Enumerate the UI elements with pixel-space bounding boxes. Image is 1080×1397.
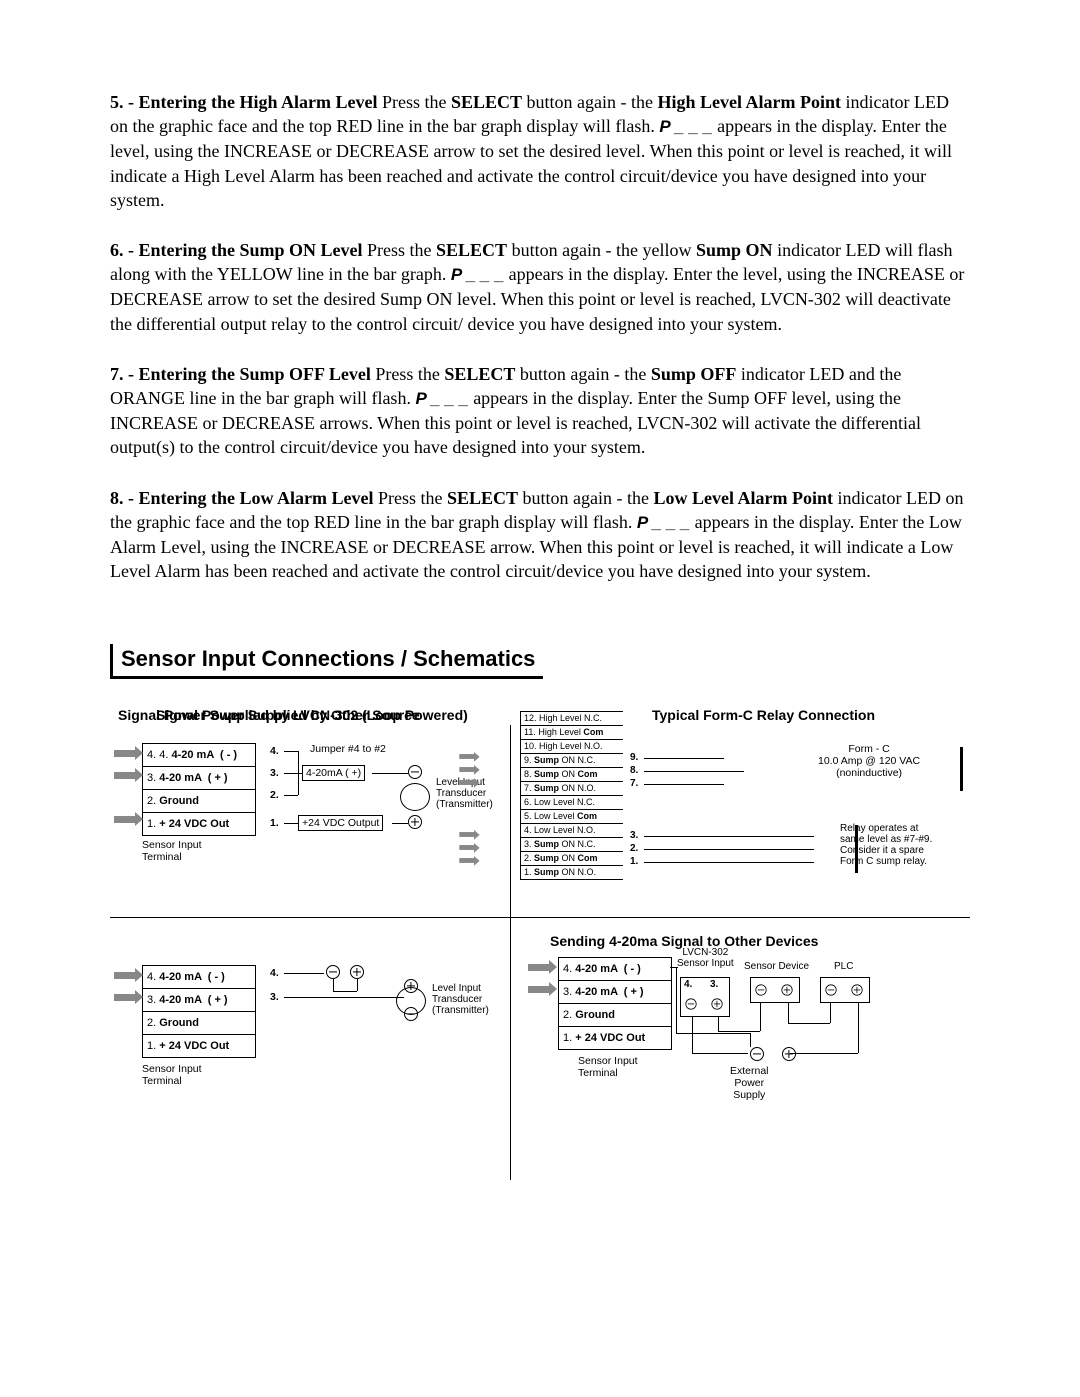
arrow-icon [114, 972, 136, 979]
arrow-icon [114, 750, 136, 757]
paragraph-7: 7. - Entering the Sump OFF Level Press t… [110, 362, 970, 460]
q3-sensor-label: Sensor Input Terminal [142, 1063, 202, 1087]
arrow-icon [114, 816, 136, 823]
relay-note: Relay operates at same level as #7-#9. C… [840, 823, 932, 867]
para8-lead: 8. - Entering the Low Alarm Level [110, 488, 373, 508]
arrow-icon [459, 858, 474, 863]
term-row: 4. 4. 4-20 mA ( - )4. 4-20 mA ( - ) [143, 744, 255, 767]
formc-label: Form - C 10.0 Amp @ 120 VAC (noninductiv… [818, 743, 920, 779]
para7-lead: 7. - Entering the Sump OFF Level [110, 364, 371, 384]
minus-icon [750, 1047, 764, 1061]
minus-icon [755, 984, 766, 995]
lvcn-label: LVCN-302 Sensor Input [677, 947, 734, 969]
divider-vertical [510, 725, 511, 1180]
q1-terminal-box: 4. 4. 4-20 mA ( - )4. 4-20 mA ( - ) 3. 4… [142, 743, 256, 836]
plus-icon [781, 984, 792, 995]
section-title: Sensor Input Connections / Schematics [110, 644, 543, 679]
q2-pinlist: 12. High Level N.C. 11. High Level Com 1… [520, 711, 623, 880]
q3-title: Signal Power Supplied by Other Source [156, 707, 420, 723]
box-24vdc: +24 VDC Output [298, 815, 383, 831]
plus-icon [711, 998, 722, 1009]
divider-horizontal [110, 917, 970, 918]
term-row: 3. 4-20 mA ( + ) [143, 767, 255, 790]
paragraph-8: 8. - Entering the Low Alarm Level Press … [110, 486, 970, 584]
arrow-icon [528, 964, 550, 971]
paragraph-6: 6. - Entering the Sump ON Level Press th… [110, 238, 970, 336]
arrow-icon [114, 772, 136, 779]
minus-icon [408, 765, 422, 779]
plus-icon [350, 965, 364, 979]
minus-icon [404, 1007, 418, 1021]
minus-icon [685, 998, 696, 1009]
arrow-icon [459, 832, 474, 837]
term-row: 1. + 24 VDC Out [143, 813, 255, 835]
bracket-icon [960, 747, 963, 791]
ext-power-label: External Power Supply [730, 1065, 769, 1101]
sensor-device-label: Sensor Device [744, 961, 809, 972]
paragraph-5: 5. - Entering the High Alarm Level Press… [110, 90, 970, 212]
para6-lead: 6. - Entering the Sump ON Level [110, 240, 363, 260]
schematics-diagram: Signal Power Supplied by LVCN-302 (Loop … [110, 707, 970, 1187]
q4-sensor-label: Sensor Input Terminal [578, 1055, 638, 1079]
arrow-icon [459, 754, 474, 759]
term-row: 2. Ground [143, 790, 255, 813]
transducer-icon [400, 783, 430, 811]
arrow-icon [528, 986, 550, 993]
minus-icon [825, 984, 836, 995]
arrow-icon [114, 994, 136, 1001]
jumper-label: Jumper #4 to #2 [310, 743, 386, 755]
plus-icon [408, 815, 422, 829]
q2-title: Typical Form-C Relay Connection [652, 707, 875, 723]
q4-terminal-box: 4. 4-20 mA ( - ) 3. 4-20 mA ( + ) 2. Gro… [558, 957, 672, 1050]
arrow-icon [459, 767, 474, 772]
box-420ma: 4-20mA ( +) [302, 765, 365, 781]
plc-label: PLC [834, 961, 853, 972]
document-page: 5. - Entering the High Alarm Level Press… [0, 0, 1080, 1397]
para5-lead: 5. - Entering the High Alarm Level [110, 92, 377, 112]
level-input-label-2: Level Input Transducer (Transmitter) [432, 983, 489, 1016]
q3-terminal-box: 4. 4-20 mA ( - ) 3. 4-20 mA ( + ) 2. Gro… [142, 965, 256, 1058]
arrow-icon [459, 780, 474, 785]
plus-icon [404, 979, 418, 993]
q1-sensor-label: Sensor Input Terminal [142, 839, 202, 863]
arrow-icon [459, 845, 474, 850]
minus-icon [326, 965, 340, 979]
plus-icon [851, 984, 862, 995]
